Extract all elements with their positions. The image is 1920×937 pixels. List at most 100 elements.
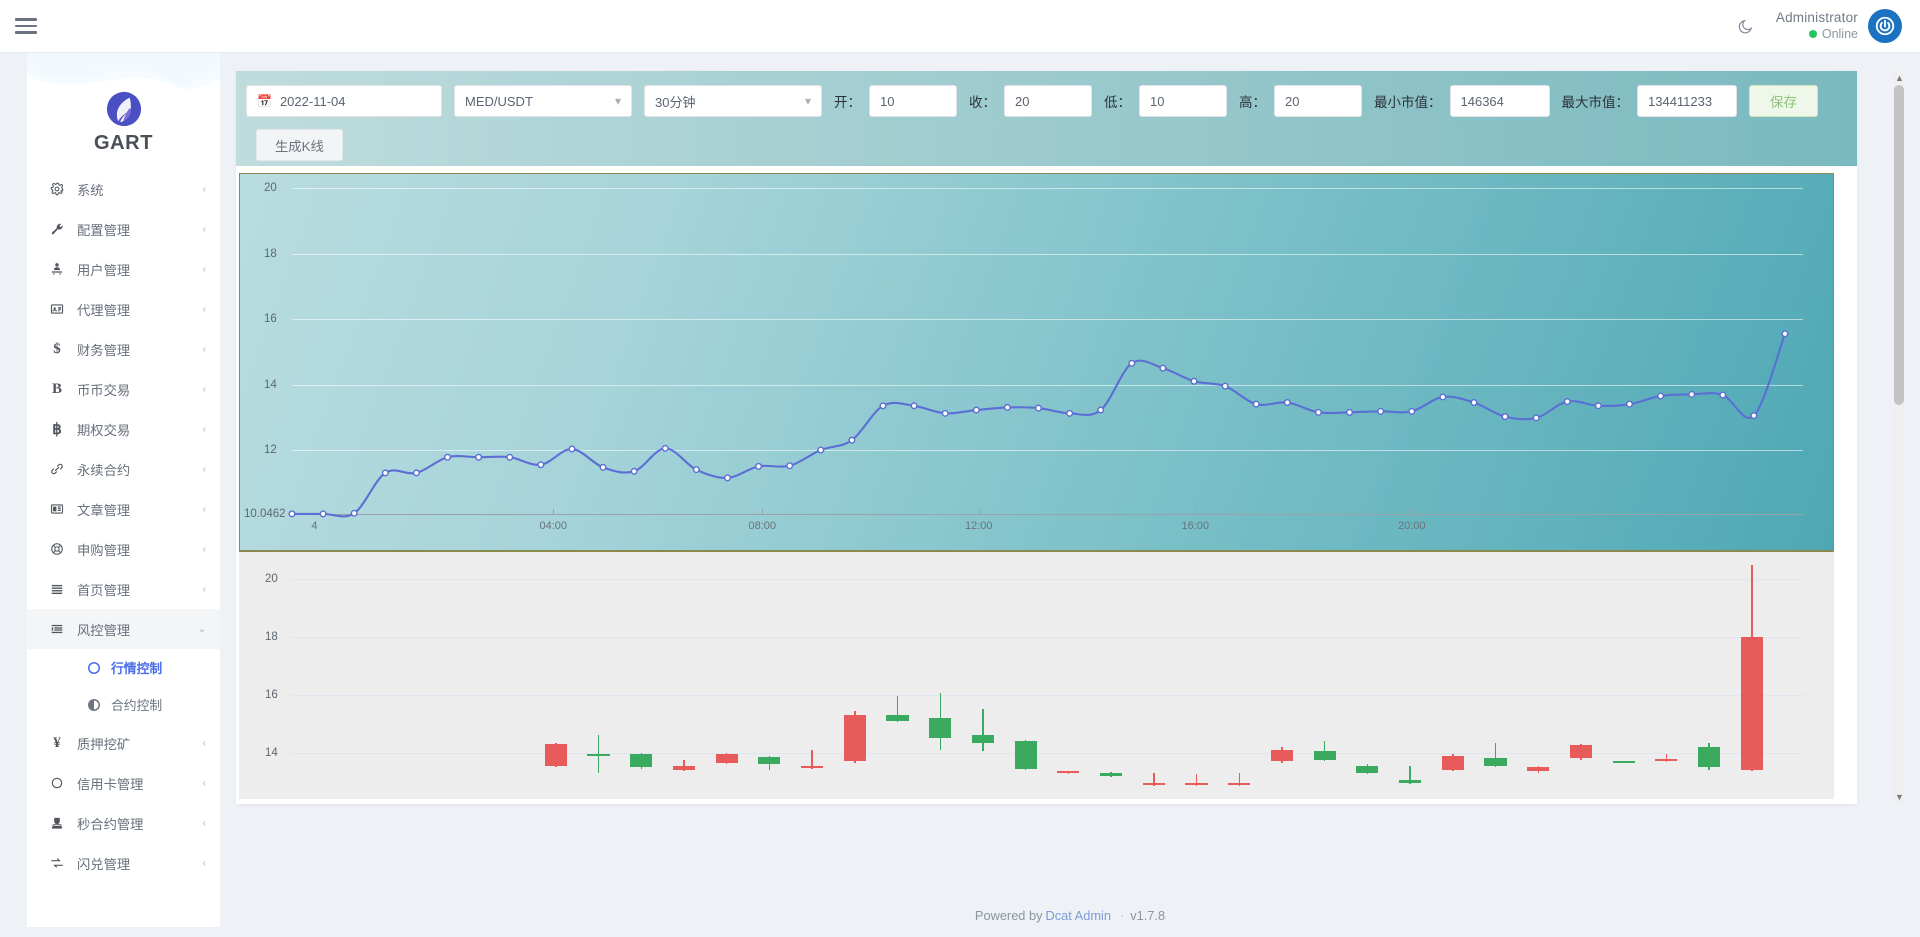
high-price-input[interactable]: 20 xyxy=(1274,85,1362,117)
sidebar-menu: 系统 ‹ 配置管理 ‹ 用户管理 ‹ 代理管理 ‹ $ 财务管理 ‹ B 币币交… xyxy=(27,163,220,883)
candlestick-body[interactable] xyxy=(1313,751,1336,760)
hamburger-icon[interactable] xyxy=(15,18,37,34)
candlestick-body[interactable] xyxy=(801,765,824,768)
candlestick-body[interactable] xyxy=(1612,761,1635,764)
low-price-input[interactable]: 10 xyxy=(1139,85,1227,117)
sidebar-item-article-management[interactable]: 文章管理 ‹ xyxy=(27,489,220,529)
line-series xyxy=(288,330,1789,518)
moon-icon[interactable] xyxy=(1724,0,1768,53)
sidebar-item-credit-card-management[interactable]: 信用卡管理 ‹ xyxy=(27,763,220,803)
sidebar-item-homepage-management[interactable]: 首页管理 ‹ xyxy=(27,569,220,609)
chart-gridline xyxy=(291,579,1804,581)
footer: Powered by Dcat Admin · v1.7.8 xyxy=(220,893,1920,937)
scroll-down-arrow-icon[interactable]: ▼ xyxy=(1895,792,1904,802)
candlestick-body[interactable] xyxy=(1100,772,1123,776)
link-icon xyxy=(47,462,67,476)
dollar-icon: $ xyxy=(53,340,61,357)
sidebar-item-finance-management[interactable]: $ 财务管理 ‹ xyxy=(27,329,220,369)
sidebar-item-label: 秒合约管理 xyxy=(77,816,144,832)
candlestick-body[interactable] xyxy=(758,757,781,765)
candlestick-body[interactable] xyxy=(1569,745,1593,759)
user-menu[interactable]: Administrator Online xyxy=(1768,9,1902,43)
scroll-up-arrow-icon[interactable]: ▲ xyxy=(1895,73,1904,83)
brand-name: GART xyxy=(93,132,154,154)
candlestick-body[interactable] xyxy=(672,765,696,770)
close-price-input[interactable]: 20 xyxy=(1004,85,1092,117)
sidebar-item-risk-management[interactable]: 风控管理 ⌄ xyxy=(27,609,220,649)
min-marketcap-input[interactable]: 146364 xyxy=(1449,85,1550,117)
sidebar-item-coin-trading[interactable]: B 币币交易 ‹ xyxy=(27,369,220,409)
date-input[interactable]: 📅 2022-11-04 xyxy=(246,85,442,117)
candlestick-body[interactable] xyxy=(630,754,653,768)
scrollbar-thumb[interactable] xyxy=(1894,85,1904,405)
brand-logo-icon xyxy=(106,91,141,127)
save-button[interactable]: 保存 xyxy=(1749,85,1818,117)
generate-kline-button[interactable]: 生成K线 xyxy=(256,129,343,161)
candlestick-body[interactable] xyxy=(1399,780,1422,783)
sidebar-item-label: 财务管理 xyxy=(77,342,131,358)
sidebar-item-subscription-management[interactable]: 申购管理 ‹ xyxy=(27,529,220,569)
sidebar-item-label: 期权交易 xyxy=(77,422,131,438)
chevron-down-icon: ▾ xyxy=(614,94,621,108)
candlestick-body[interactable] xyxy=(929,718,952,739)
candlestick-body[interactable] xyxy=(843,715,866,762)
candlestick-body[interactable] xyxy=(1655,759,1678,762)
footer-dcat-admin-link[interactable]: Dcat Admin xyxy=(1046,908,1111,923)
candlestick-body[interactable] xyxy=(1142,783,1165,785)
candlestick-body[interactable] xyxy=(1698,746,1721,768)
kline-candlestick-chart[interactable]: 20 18 16 14 xyxy=(239,551,1834,799)
chevron-down-icon: ▾ xyxy=(804,94,811,108)
chevron-left-icon: ‹ xyxy=(202,383,206,395)
sidebar-item-label: 首页管理 xyxy=(77,582,131,598)
sidebar-item-flash-exchange-management[interactable]: 闪兑管理 ‹ xyxy=(27,843,220,883)
candlestick-body[interactable] xyxy=(886,715,909,721)
chevron-down-icon: ⌄ xyxy=(197,623,206,635)
open-price-input[interactable]: 10 xyxy=(869,85,957,117)
chevron-left-icon: ‹ xyxy=(202,777,206,789)
y-axis-tick-label: 14 xyxy=(265,746,278,759)
sidebar-item-system[interactable]: 系统 ‹ xyxy=(27,169,220,209)
max-marketcap-input[interactable]: 134411233 xyxy=(1637,85,1737,117)
candlestick-body[interactable] xyxy=(1740,637,1763,770)
sidebar-item-agent-management[interactable]: 代理管理 ‹ xyxy=(27,289,220,329)
sidebar-subitem-contract-control[interactable]: 合约控制 xyxy=(27,686,220,723)
price-line-chart[interactable]: 20 18 16 14 12 10.0462 4 04:00 08:00 12:00 16:00 20… xyxy=(239,173,1834,551)
sidebar-item-config-management[interactable]: 配置管理 ‹ xyxy=(27,209,220,249)
trading-pair-select[interactable]: MED/USDT ▾ xyxy=(454,85,632,117)
sidebar-item-user-management[interactable]: 用户管理 ‹ xyxy=(27,249,220,289)
candlestick-body[interactable] xyxy=(587,754,610,757)
user-name: Administrator xyxy=(1775,9,1858,25)
sidebar-item-option-trading[interactable]: ฿ 期权交易 ‹ xyxy=(27,409,220,449)
candlestick-body[interactable] xyxy=(1356,765,1379,773)
candlestick-body[interactable] xyxy=(544,744,567,766)
candlestick-body[interactable] xyxy=(1185,783,1208,785)
stamp-icon xyxy=(47,816,67,830)
content-scrollbar[interactable]: ▲ ▼ xyxy=(1894,71,1904,804)
candlestick-body[interactable] xyxy=(1057,771,1080,774)
candlestick-body[interactable] xyxy=(715,754,738,763)
footer-version: v1.7.8 xyxy=(1130,907,1166,923)
interval-select[interactable]: 30分钟 ▾ xyxy=(644,85,822,117)
candlestick-wick xyxy=(982,709,984,752)
sidebar-item-second-contract-management[interactable]: 秒合约管理 ‹ xyxy=(27,803,220,843)
chevron-left-icon: ‹ xyxy=(202,183,206,195)
candlestick-body[interactable] xyxy=(971,735,995,743)
candlestick-body[interactable] xyxy=(1270,749,1294,762)
high-price-value: 20 xyxy=(1285,93,1300,109)
candlestick-body[interactable] xyxy=(1441,755,1464,770)
sidebar-subitem-market-control[interactable]: 行情控制 xyxy=(27,649,220,686)
y-axis-tick-label: 16 xyxy=(265,688,278,701)
sidebar-item-label: 质押挖矿 xyxy=(77,736,131,752)
chevron-left-icon: ‹ xyxy=(202,737,206,749)
newspaper-icon xyxy=(47,502,67,516)
candlestick-body[interactable] xyxy=(1228,783,1251,785)
candlestick-body[interactable] xyxy=(1014,741,1037,769)
avatar[interactable] xyxy=(1868,9,1902,43)
top-header: Administrator Online xyxy=(0,0,1920,53)
sidebar-item-perpetual-contract[interactable]: 永续合约 ‹ xyxy=(27,449,220,489)
candlestick-body[interactable] xyxy=(1484,758,1507,766)
sidebar-item-label: 风控管理 xyxy=(77,622,131,638)
candlestick-body[interactable] xyxy=(1527,767,1550,772)
sidebar-item-staking-mining[interactable]: ¥ 质押挖矿 ‹ xyxy=(27,723,220,763)
chevron-left-icon: ‹ xyxy=(202,857,206,869)
